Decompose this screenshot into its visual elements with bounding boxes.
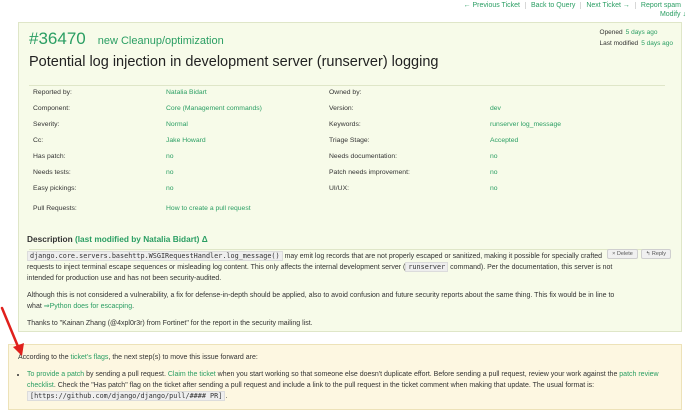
property-row: Pull Requests: How to create a pull reque… bbox=[33, 205, 663, 221]
property-label: Reported by: bbox=[33, 89, 72, 96]
back-to-query-link[interactable]: Back to Query bbox=[524, 1, 580, 9]
modify-link[interactable]: Modify ↓ bbox=[660, 11, 686, 18]
property-row: Component: Core (Management commands) Vers… bbox=[33, 105, 663, 121]
description-paragraph: Thanks to "Kainan Zhang (@4xpl0r3r) from… bbox=[27, 320, 313, 327]
property-label: Owned by: bbox=[329, 89, 362, 96]
modified-date-link[interactable]: 5 days ago bbox=[641, 40, 673, 47]
ticket-flags-link[interactable]: ticket's flags bbox=[71, 354, 109, 361]
ticket-header: #36470 new Cleanup/optimization bbox=[29, 29, 224, 49]
keywords-link[interactable]: runserver log_message bbox=[490, 121, 561, 128]
easy-pickings-link[interactable]: no bbox=[166, 185, 174, 192]
property-label: Pull Requests: bbox=[33, 205, 77, 212]
ticket-status-type: new Cleanup/optimization bbox=[97, 35, 224, 47]
needs-tests-link[interactable]: no bbox=[166, 169, 174, 176]
property-label: Easy pickings: bbox=[33, 185, 77, 192]
severity-link[interactable]: Normal bbox=[166, 121, 188, 128]
next-ticket-link[interactable]: Next Ticket → bbox=[580, 1, 635, 9]
description-body: django.core.servers.basehttp.WSGIRequest… bbox=[27, 251, 619, 335]
ticket-properties: Reported by: Natalia Bidart Owned by: Comp… bbox=[33, 89, 663, 221]
cc-link[interactable]: Jake Howard bbox=[166, 137, 206, 144]
report-spam-link[interactable]: Report spam bbox=[634, 1, 686, 9]
description-paragraph: django.core.servers.basehttp.WSGIRequest… bbox=[27, 251, 619, 284]
property-label: Patch needs improvement: bbox=[329, 169, 410, 176]
claim-ticket-link[interactable]: Claim the ticket bbox=[168, 371, 216, 378]
property-row: Easy pickings: no UI/UX: no bbox=[33, 185, 663, 201]
property-label: Severity: bbox=[33, 121, 60, 128]
triage-stage-link[interactable]: Accepted bbox=[490, 137, 518, 144]
property-row: Reported by: Natalia Bidart Owned by: bbox=[33, 89, 663, 105]
list-item: To provide a patch by sending a pull req… bbox=[27, 369, 673, 402]
divider bbox=[29, 85, 665, 86]
property-label: Needs documentation: bbox=[329, 153, 398, 160]
red-arrow-icon bbox=[0, 306, 24, 356]
ticket-box: #36470 new Cleanup/optimization Opened 5 … bbox=[18, 22, 682, 332]
property-row: Severity: Normal Keywords: runserver log_me… bbox=[33, 121, 663, 137]
property-label: Cc: bbox=[33, 137, 44, 144]
property-row: Has patch: no Needs documentation: no bbox=[33, 153, 663, 169]
description-title: Description bbox=[27, 234, 73, 244]
next-steps-intro: According to the ticket's flags, the nex… bbox=[18, 352, 258, 363]
ticket-number[interactable]: #36470 bbox=[29, 29, 86, 49]
pull-request-help-link[interactable]: How to create a pull request bbox=[166, 205, 251, 212]
property-label: Needs tests: bbox=[33, 169, 71, 176]
inline-code: django.core.servers.basehttp.WSGIRequest… bbox=[27, 251, 283, 261]
opened-date-link[interactable]: 5 days ago bbox=[626, 29, 658, 36]
inline-code: runserver bbox=[405, 262, 449, 272]
property-label: Has patch: bbox=[33, 153, 66, 160]
step-text: by sending a pull request. bbox=[84, 371, 168, 378]
python-escaping-link[interactable]: ⇒Python does for escacping bbox=[44, 303, 132, 310]
version-link[interactable]: dev bbox=[490, 105, 501, 112]
reporter-link[interactable]: Natalia Bidart bbox=[166, 89, 207, 96]
previous-ticket-link[interactable]: ← Previous Ticket bbox=[459, 2, 525, 9]
property-label: Version: bbox=[329, 105, 354, 112]
needs-docs-link[interactable]: no bbox=[490, 153, 498, 160]
next-steps-list: To provide a patch by sending a pull req… bbox=[17, 369, 673, 402]
provide-patch-link[interactable]: To provide a patch bbox=[27, 371, 84, 378]
ticket-dates: Opened 5 days ago Last modified 5 days ago bbox=[600, 27, 673, 49]
inline-code: [https://github.com/django/django/pull/#… bbox=[27, 391, 226, 401]
has-patch-link[interactable]: no bbox=[166, 153, 174, 160]
property-row: Needs tests: no Patch needs improvement: no bbox=[33, 169, 663, 185]
ticket-title: Potential log injection in development s… bbox=[29, 54, 439, 70]
last-modified-link[interactable]: (last modified by Natalia Bidart) Δ bbox=[75, 234, 208, 244]
ticket-navigation: ← Previous Ticket Back to Query Next Tic… bbox=[459, 0, 686, 10]
step-text: . bbox=[225, 393, 228, 400]
property-label: UI/UX: bbox=[329, 185, 350, 192]
property-label: Triage Stage: bbox=[329, 137, 370, 144]
patch-improvement-link[interactable]: no bbox=[490, 169, 498, 176]
property-label: Component: bbox=[33, 105, 71, 112]
property-row: Cc: Jake Howard Triage Stage: Accepted bbox=[33, 137, 663, 153]
divider bbox=[29, 249, 665, 250]
opened-label: Opened bbox=[599, 29, 623, 36]
step-text: . Check the "Has patch" flag on the tick… bbox=[53, 382, 595, 389]
reply-button[interactable]: ↰ Reply bbox=[640, 249, 671, 259]
description-paragraph: Although this is not considered a vulner… bbox=[27, 290, 619, 312]
step-text: when you start working so that someone e… bbox=[215, 371, 620, 378]
property-label: Keywords: bbox=[329, 121, 361, 128]
paragraph-text: . bbox=[132, 303, 135, 310]
intro-text: , the next step(s) to move this issue fo… bbox=[108, 354, 258, 361]
ui-ux-link[interactable]: no bbox=[490, 185, 498, 192]
description-heading: Description (last modified by Natalia Bi… bbox=[27, 234, 208, 244]
modified-label: Last modified bbox=[599, 40, 639, 47]
component-link[interactable]: Core (Management commands) bbox=[166, 105, 262, 112]
next-steps-box: According to the ticket's flags, the nex… bbox=[8, 344, 682, 410]
